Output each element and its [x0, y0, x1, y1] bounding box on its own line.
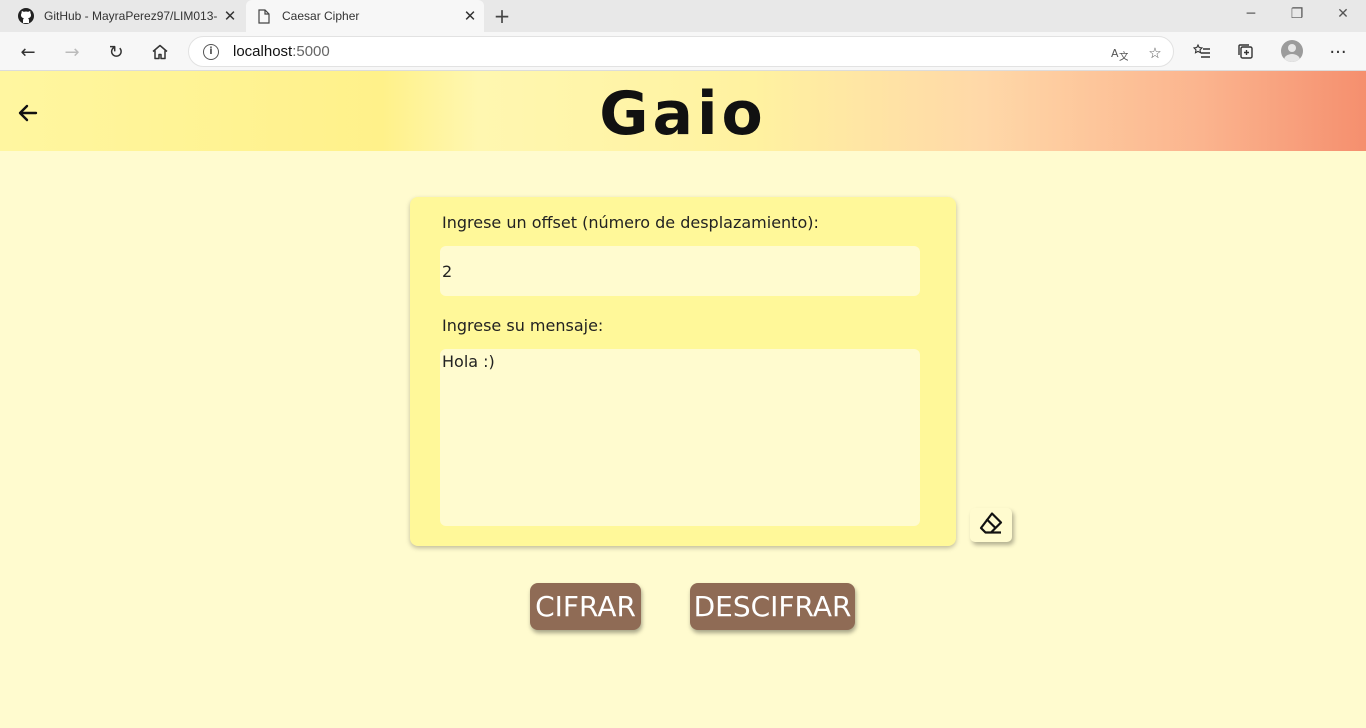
profile-avatar[interactable]	[1281, 40, 1303, 62]
tab-github[interactable]: GitHub - MayraPerez97/LIM013- ✕	[8, 0, 244, 32]
site-info-icon[interactable]: i	[203, 43, 219, 60]
url-text: localhost:5000	[233, 43, 330, 60]
close-icon[interactable]: ✕	[220, 7, 240, 25]
offset-input[interactable]: 2	[440, 246, 920, 296]
favorite-star-icon[interactable]: ☆	[1145, 43, 1165, 63]
translate-icon[interactable]: A文	[1109, 43, 1129, 63]
back-arrow-icon[interactable]	[16, 101, 40, 125]
tab-title: Caesar Cipher	[282, 9, 360, 23]
back-icon[interactable]: ←	[12, 36, 44, 68]
restore-icon[interactable]: ❐	[1274, 0, 1320, 28]
cipher-form-card: Ingrese un offset (número de desplazamie…	[410, 197, 956, 546]
clear-button[interactable]	[970, 508, 1012, 542]
tab-title: GitHub - MayraPerez97/LIM013-	[44, 9, 218, 23]
new-tab-icon[interactable]: +	[491, 5, 513, 27]
page-header: Gaio	[0, 71, 1366, 151]
cipher-button[interactable]: CIFRAR	[530, 583, 641, 630]
forward-icon[interactable]: →	[56, 36, 88, 68]
decipher-button[interactable]: DESCIFRAR	[690, 583, 855, 630]
favorites-list-icon[interactable]	[1186, 36, 1218, 68]
eraser-icon	[978, 510, 1004, 541]
browser-tab-bar: GitHub - MayraPerez97/LIM013- ✕ Caesar C…	[0, 0, 1366, 32]
app-logo: Gaio	[599, 79, 767, 149]
refresh-icon[interactable]: ↻	[100, 36, 132, 68]
close-icon[interactable]: ✕	[460, 7, 480, 25]
message-textarea[interactable]: Hola :)	[440, 349, 920, 526]
address-bar[interactable]: i localhost:5000 A文 ☆	[188, 36, 1174, 67]
offset-label: Ingrese un offset (número de desplazamie…	[442, 213, 819, 232]
more-menu-icon[interactable]: ···	[1322, 36, 1354, 68]
collections-icon[interactable]	[1230, 36, 1262, 68]
tab-caesar-cipher[interactable]: Caesar Cipher ✕	[246, 0, 484, 32]
home-icon[interactable]	[144, 36, 176, 68]
message-label: Ingrese su mensaje:	[442, 316, 604, 335]
svg-text:文: 文	[1119, 50, 1128, 62]
svg-text:A: A	[1111, 47, 1119, 60]
minimize-icon[interactable]: ─	[1228, 0, 1274, 28]
browser-nav-bar: ← → ↻ i localhost:5000 A文 ☆ ···	[0, 32, 1366, 71]
github-icon	[18, 8, 34, 24]
page-icon	[256, 8, 272, 24]
window-close-icon[interactable]: ✕	[1320, 0, 1366, 28]
